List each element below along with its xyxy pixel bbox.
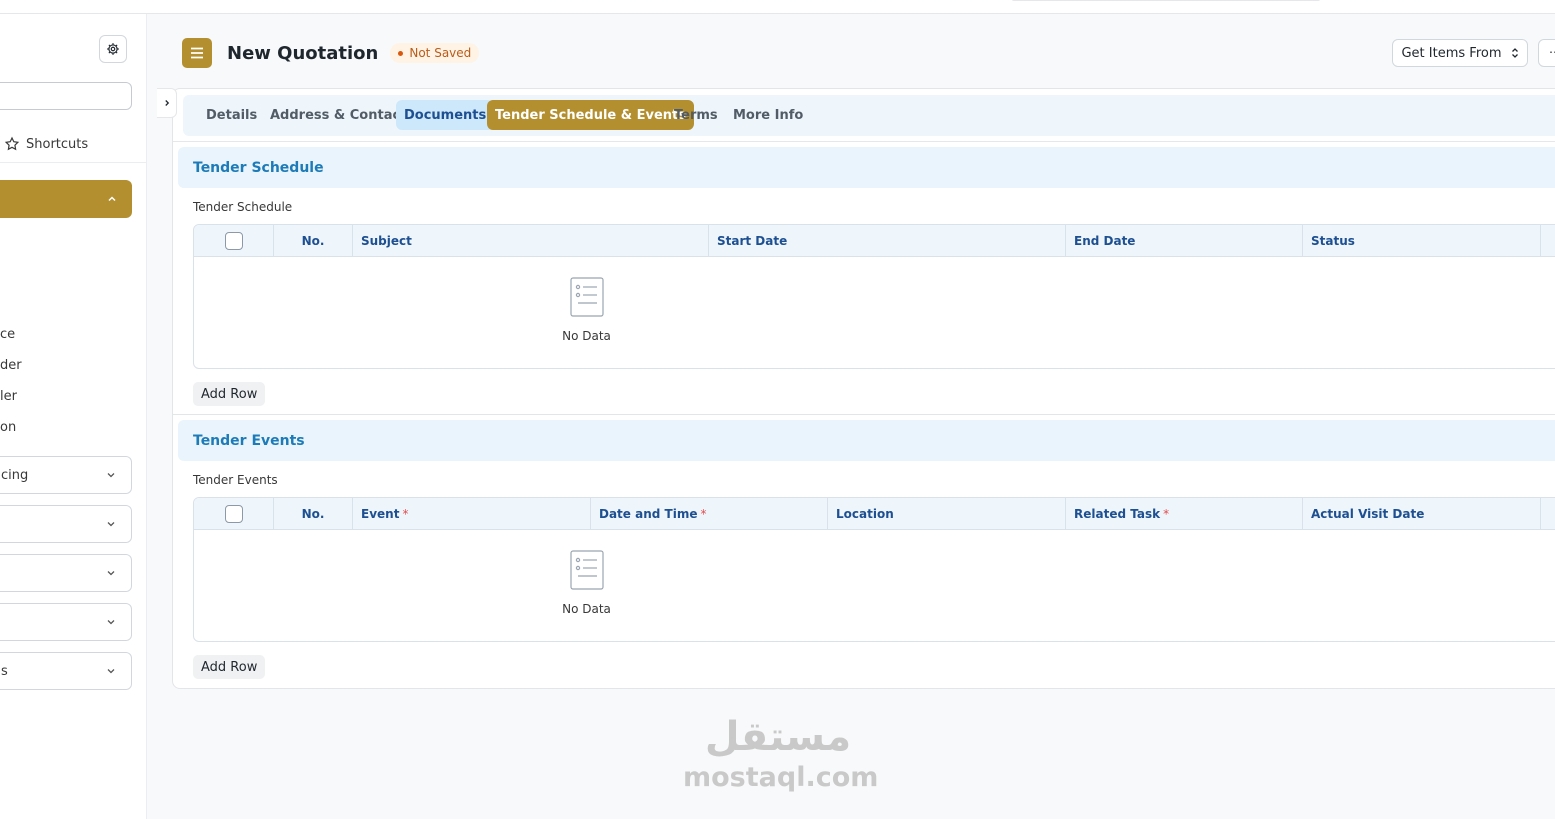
chevron-down-icon bbox=[107, 522, 115, 527]
sidebar-group[interactable] bbox=[0, 505, 132, 543]
global-search-bar[interactable] bbox=[1012, 0, 1320, 1]
tabs-divider bbox=[173, 141, 1555, 142]
watermark-arabic: مستقل bbox=[704, 714, 852, 760]
status-dot bbox=[398, 50, 404, 56]
more-actions-button[interactable]: ⋯ bbox=[1538, 39, 1555, 67]
page-header: New Quotation Not Saved bbox=[182, 38, 480, 68]
gear-icon bbox=[107, 43, 119, 55]
sidebar-item[interactable]: der bbox=[0, 358, 22, 373]
column-header-actual-visit-date: Actual Visit Date bbox=[1303, 498, 1541, 530]
chevron-right-icon bbox=[164, 100, 169, 106]
section-title: Tender Events bbox=[193, 432, 305, 449]
add-row-button[interactable]: Add Row bbox=[193, 655, 266, 679]
sort-arrows-icon bbox=[1511, 48, 1518, 58]
tender-events-table: No. Event * Date and Time * Location Relat… bbox=[193, 497, 1555, 642]
sidebar-group[interactable]: cing bbox=[0, 456, 132, 494]
watermark-logo: مستقل mostaql.com bbox=[683, 712, 879, 793]
column-header-related-task: Related Task * bbox=[1066, 498, 1303, 530]
sidebar-item[interactable]: on bbox=[0, 420, 16, 435]
tab-address-contact[interactable]: Address & Contact bbox=[262, 100, 414, 130]
column-header-no: No. bbox=[274, 225, 353, 257]
sidebar-collapse-button[interactable] bbox=[157, 88, 177, 118]
select-all-checkbox[interactable] bbox=[224, 232, 243, 250]
status-badge: Not Saved bbox=[390, 43, 480, 63]
sidebar-divider bbox=[0, 162, 146, 163]
required-mark: * bbox=[402, 507, 409, 521]
sidebar-item[interactable]: ler bbox=[0, 389, 17, 404]
section-title: Tender Schedule bbox=[193, 159, 324, 176]
tab-tender-schedule-events[interactable]: Tender Schedule & Events bbox=[487, 100, 695, 130]
star-icon bbox=[4, 136, 20, 151]
tender-events-field-label: Tender Events bbox=[193, 473, 278, 487]
required-mark: * bbox=[700, 507, 707, 521]
section-divider bbox=[173, 414, 1555, 415]
sidebar-active-group[interactable] bbox=[0, 180, 132, 218]
table-header-row: No. Event * Date and Time * Location Relat… bbox=[194, 498, 1555, 530]
tab-terms[interactable]: Terms bbox=[666, 100, 726, 130]
select-all-cell bbox=[194, 225, 274, 257]
status-badge-text: Not Saved bbox=[409, 46, 472, 60]
empty-state: No Data bbox=[194, 277, 1299, 343]
select-all-checkbox[interactable] bbox=[224, 505, 243, 523]
empty-list-icon bbox=[569, 550, 604, 590]
chevron-up-icon bbox=[108, 196, 116, 202]
chevron-down-icon bbox=[107, 620, 115, 625]
table-header-row: No. Subject Start Date End Date Status bbox=[194, 225, 1555, 257]
get-items-from-button[interactable]: Get Items From bbox=[1392, 39, 1528, 67]
sidebar-group[interactable]: s bbox=[0, 652, 132, 690]
menu-toggle-button[interactable] bbox=[182, 38, 212, 68]
column-header-date-and-time-label: Date and Time bbox=[599, 507, 698, 521]
column-header-location: Location bbox=[828, 498, 1066, 530]
chevron-down-icon bbox=[107, 571, 115, 576]
column-header-event-label: Event bbox=[361, 507, 400, 521]
column-header-settings bbox=[1541, 225, 1555, 257]
column-header-event: Event * bbox=[353, 498, 591, 530]
hamburger-icon bbox=[191, 47, 203, 59]
chevron-down-icon bbox=[107, 473, 115, 478]
sidebar-group[interactable] bbox=[0, 603, 132, 641]
watermark-latin: mostaql.com bbox=[683, 762, 879, 793]
column-header-date-and-time: Date and Time * bbox=[591, 498, 828, 530]
empty-list-icon bbox=[569, 277, 604, 317]
tender-events-section-head[interactable]: Tender Events bbox=[178, 420, 1555, 461]
sidebar-item-tick: ' bbox=[0, 290, 1, 301]
tab-documents[interactable]: Documents bbox=[396, 100, 495, 130]
sidebar-group[interactable] bbox=[0, 554, 132, 592]
column-header-subject: Subject bbox=[353, 225, 709, 257]
sidebar: Shortcuts ' ce der ler on cing s bbox=[0, 14, 147, 819]
tender-schedule-table: No. Subject Start Date End Date Status N… bbox=[193, 224, 1555, 369]
sidebar-shortcuts[interactable]: Shortcuts bbox=[4, 136, 88, 152]
column-header-settings bbox=[1541, 498, 1555, 530]
sidebar-item[interactable]: ce bbox=[0, 327, 15, 342]
get-items-from-label: Get Items From bbox=[1401, 45, 1502, 61]
column-header-end-date: End Date bbox=[1066, 225, 1303, 257]
tab-more-info[interactable]: More Info bbox=[725, 100, 811, 130]
sidebar-search-input[interactable] bbox=[0, 82, 132, 110]
sidebar-settings-button[interactable] bbox=[99, 35, 127, 63]
tender-schedule-field-label: Tender Schedule bbox=[193, 200, 293, 214]
column-header-related-task-label: Related Task bbox=[1074, 507, 1161, 521]
top-navbar bbox=[0, 0, 1555, 14]
sidebar-group-label: cing bbox=[1, 467, 29, 483]
add-row-button[interactable]: Add Row bbox=[193, 382, 266, 406]
sidebar-group-label: s bbox=[1, 663, 8, 679]
empty-state-text: No Data bbox=[562, 602, 611, 616]
column-header-no: No. bbox=[274, 498, 353, 530]
empty-state: No Data bbox=[194, 550, 1299, 616]
tender-schedule-section-head[interactable]: Tender Schedule bbox=[178, 147, 1555, 188]
required-mark: * bbox=[1163, 507, 1170, 521]
chevron-down-icon bbox=[107, 669, 115, 674]
page-title: New Quotation bbox=[227, 42, 379, 64]
column-header-start-date: Start Date bbox=[709, 225, 1066, 257]
select-all-cell bbox=[194, 498, 274, 530]
empty-state-text: No Data bbox=[562, 329, 611, 343]
tab-details[interactable]: Details bbox=[198, 100, 265, 130]
column-header-status: Status bbox=[1303, 225, 1541, 257]
shortcuts-label: Shortcuts bbox=[26, 136, 89, 152]
